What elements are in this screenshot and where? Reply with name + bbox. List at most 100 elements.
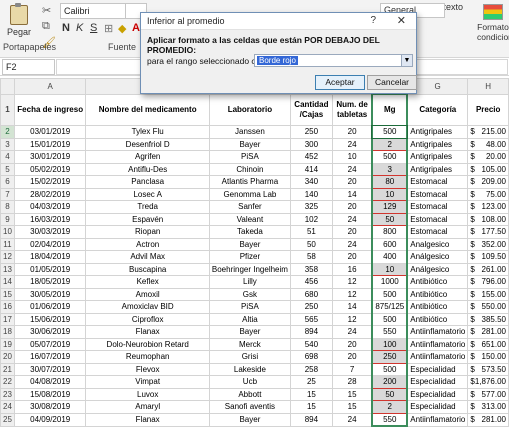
- row-header[interactable]: 13: [0, 262, 15, 276]
- cell-nombre[interactable]: Antiflu-Des: [85, 162, 210, 176]
- cell-cantidad[interactable]: 698: [289, 350, 333, 364]
- cell-tabletas[interactable]: 20: [331, 225, 373, 239]
- cell-mg[interactable]: 400: [371, 250, 409, 264]
- close-icon[interactable]: ✕: [397, 13, 406, 29]
- cell-fecha[interactable]: 02/04/2019: [13, 237, 87, 251]
- cell-tabletas[interactable]: 12: [331, 312, 373, 326]
- cell-tabletas[interactable]: 14: [331, 187, 373, 201]
- cell-nombre[interactable]: Desenfriol D: [85, 137, 210, 151]
- cell-nombre[interactable]: Buscapina: [85, 262, 210, 276]
- cell-tabletas[interactable]: 28: [331, 375, 373, 389]
- conditional-format-button[interactable]: Formato condiciona: [477, 4, 509, 42]
- row-header[interactable]: 11: [0, 237, 15, 251]
- cell-mg[interactable]: 500: [371, 150, 409, 164]
- cell-precio[interactable]: $352.00: [467, 237, 509, 251]
- cell-tabletas[interactable]: 20: [331, 337, 373, 351]
- cell-categoria[interactable]: Antiinflamatorio: [406, 412, 469, 427]
- cell-tabletas[interactable]: 12: [331, 287, 373, 301]
- cell-fecha[interactable]: 04/09/2019: [13, 412, 87, 427]
- chevron-down-icon[interactable]: ▼: [401, 55, 412, 66]
- cell-categoria[interactable]: Antibiótico: [406, 287, 469, 301]
- cell-tabletas[interactable]: 24: [331, 325, 373, 339]
- cell-fecha[interactable]: 05/02/2019: [13, 162, 87, 176]
- row-header[interactable]: 10: [0, 225, 15, 239]
- cell-nombre[interactable]: Reumophan: [85, 350, 210, 364]
- cell-tabletas[interactable]: 20: [331, 125, 373, 139]
- row-header[interactable]: 21: [0, 362, 15, 376]
- cell-nombre[interactable]: Amaryl: [85, 400, 210, 414]
- row-header[interactable]: 4: [0, 150, 15, 164]
- header-mg[interactable]: Mg: [371, 93, 409, 126]
- cell-tabletas[interactable]: 7: [331, 362, 373, 376]
- cell-fecha[interactable]: 18/04/2019: [13, 250, 87, 264]
- cell-nombre[interactable]: Advil Max: [85, 250, 210, 264]
- cell-nombre[interactable]: Riopan: [85, 225, 210, 239]
- cell-laboratorio[interactable]: Pfizer: [208, 250, 291, 264]
- cell-tabletas[interactable]: 14: [331, 300, 373, 314]
- bold-button[interactable]: N: [62, 22, 70, 34]
- row-header[interactable]: 20: [0, 350, 15, 364]
- cell-tabletas[interactable]: 20: [331, 175, 373, 189]
- row-header[interactable]: 5: [0, 162, 15, 176]
- cell-mg[interactable]: 50: [371, 387, 409, 401]
- cell-mg[interactable]: 200: [371, 375, 409, 389]
- cell-mg[interactable]: 100: [371, 337, 409, 351]
- row-header[interactable]: 17: [0, 312, 15, 326]
- cell-cantidad[interactable]: 250: [289, 300, 333, 314]
- cell-fecha[interactable]: 15/01/2019: [13, 137, 87, 151]
- cell-cantidad[interactable]: 325: [289, 200, 333, 214]
- cell-nombre[interactable]: Espavén: [85, 212, 210, 226]
- cell-precio[interactable]: $150.00: [467, 350, 509, 364]
- cell-precio[interactable]: $261.00: [467, 262, 509, 276]
- cell-fecha[interactable]: 16/07/2019: [13, 350, 87, 364]
- cell-fecha[interactable]: 04/08/2019: [13, 375, 87, 389]
- row-header[interactable]: 15: [0, 287, 15, 301]
- italic-button[interactable]: K: [76, 22, 83, 34]
- cell-laboratorio[interactable]: Altia: [208, 312, 291, 326]
- cell-categoria[interactable]: Estomacal: [406, 175, 469, 189]
- header-precio[interactable]: Precio: [467, 93, 509, 126]
- cell-precio[interactable]: $177.50: [467, 225, 509, 239]
- cell-categoria[interactable]: Análgesico: [406, 250, 469, 264]
- cell-laboratorio[interactable]: Genomma Lab: [208, 187, 291, 201]
- cell-nombre[interactable]: Ciproflox: [85, 312, 210, 326]
- dialog-titlebar[interactable]: Inferior al promedio ? ✕: [141, 13, 416, 30]
- cell-mg[interactable]: 800: [371, 225, 409, 239]
- cell-laboratorio[interactable]: Atlantis Pharma: [208, 175, 291, 189]
- cell-cantidad[interactable]: 250: [289, 125, 333, 139]
- cell-precio[interactable]: $313.00: [467, 400, 509, 414]
- cell-cantidad[interactable]: 894: [289, 325, 333, 339]
- cell-categoria[interactable]: Especialidad: [406, 400, 469, 414]
- cell-mg[interactable]: 10: [371, 262, 409, 276]
- row-header-1[interactable]: 1: [0, 93, 15, 126]
- cell-categoria[interactable]: Especialidad: [406, 362, 469, 376]
- cell-cantidad[interactable]: 358: [289, 262, 333, 276]
- cell-cantidad[interactable]: 15: [289, 400, 333, 414]
- cell-tabletas[interactable]: 20: [331, 350, 373, 364]
- cell-laboratorio[interactable]: Sanofi aventis: [208, 400, 291, 414]
- cell-precio[interactable]: $20.00: [467, 150, 509, 164]
- cell-categoria[interactable]: Analgesico: [406, 237, 469, 251]
- cell-nombre[interactable]: Treda: [85, 200, 210, 214]
- cell-nombre[interactable]: Agrifen: [85, 150, 210, 164]
- cell-tabletas[interactable]: 24: [331, 412, 373, 427]
- header-nombre[interactable]: Nombre del medicamento: [85, 93, 210, 126]
- cell-fecha[interactable]: 30/06/2019: [13, 325, 87, 339]
- row-header[interactable]: 25: [0, 412, 15, 427]
- cell-categoria[interactable]: Antiinflamatorio: [406, 325, 469, 339]
- scissors-icon[interactable]: ✂: [42, 4, 51, 17]
- cell-precio[interactable]: $48.00: [467, 137, 509, 151]
- cell-precio[interactable]: $651.00: [467, 337, 509, 351]
- cell-precio[interactable]: $105.00: [467, 162, 509, 176]
- cell-precio[interactable]: $75.00: [467, 187, 509, 201]
- cell-fecha[interactable]: 30/05/2019: [13, 287, 87, 301]
- cell-cantidad[interactable]: 140: [289, 187, 333, 201]
- row-header[interactable]: 18: [0, 325, 15, 339]
- cell-precio[interactable]: $573.50: [467, 362, 509, 376]
- cell-tabletas[interactable]: 24: [331, 137, 373, 151]
- cell-categoria[interactable]: Estomacal: [406, 187, 469, 201]
- name-box[interactable]: F2: [2, 59, 55, 75]
- cell-fecha[interactable]: 28/02/2019: [13, 187, 87, 201]
- cell-tabletas[interactable]: 24: [331, 162, 373, 176]
- cell-mg[interactable]: 500: [371, 287, 409, 301]
